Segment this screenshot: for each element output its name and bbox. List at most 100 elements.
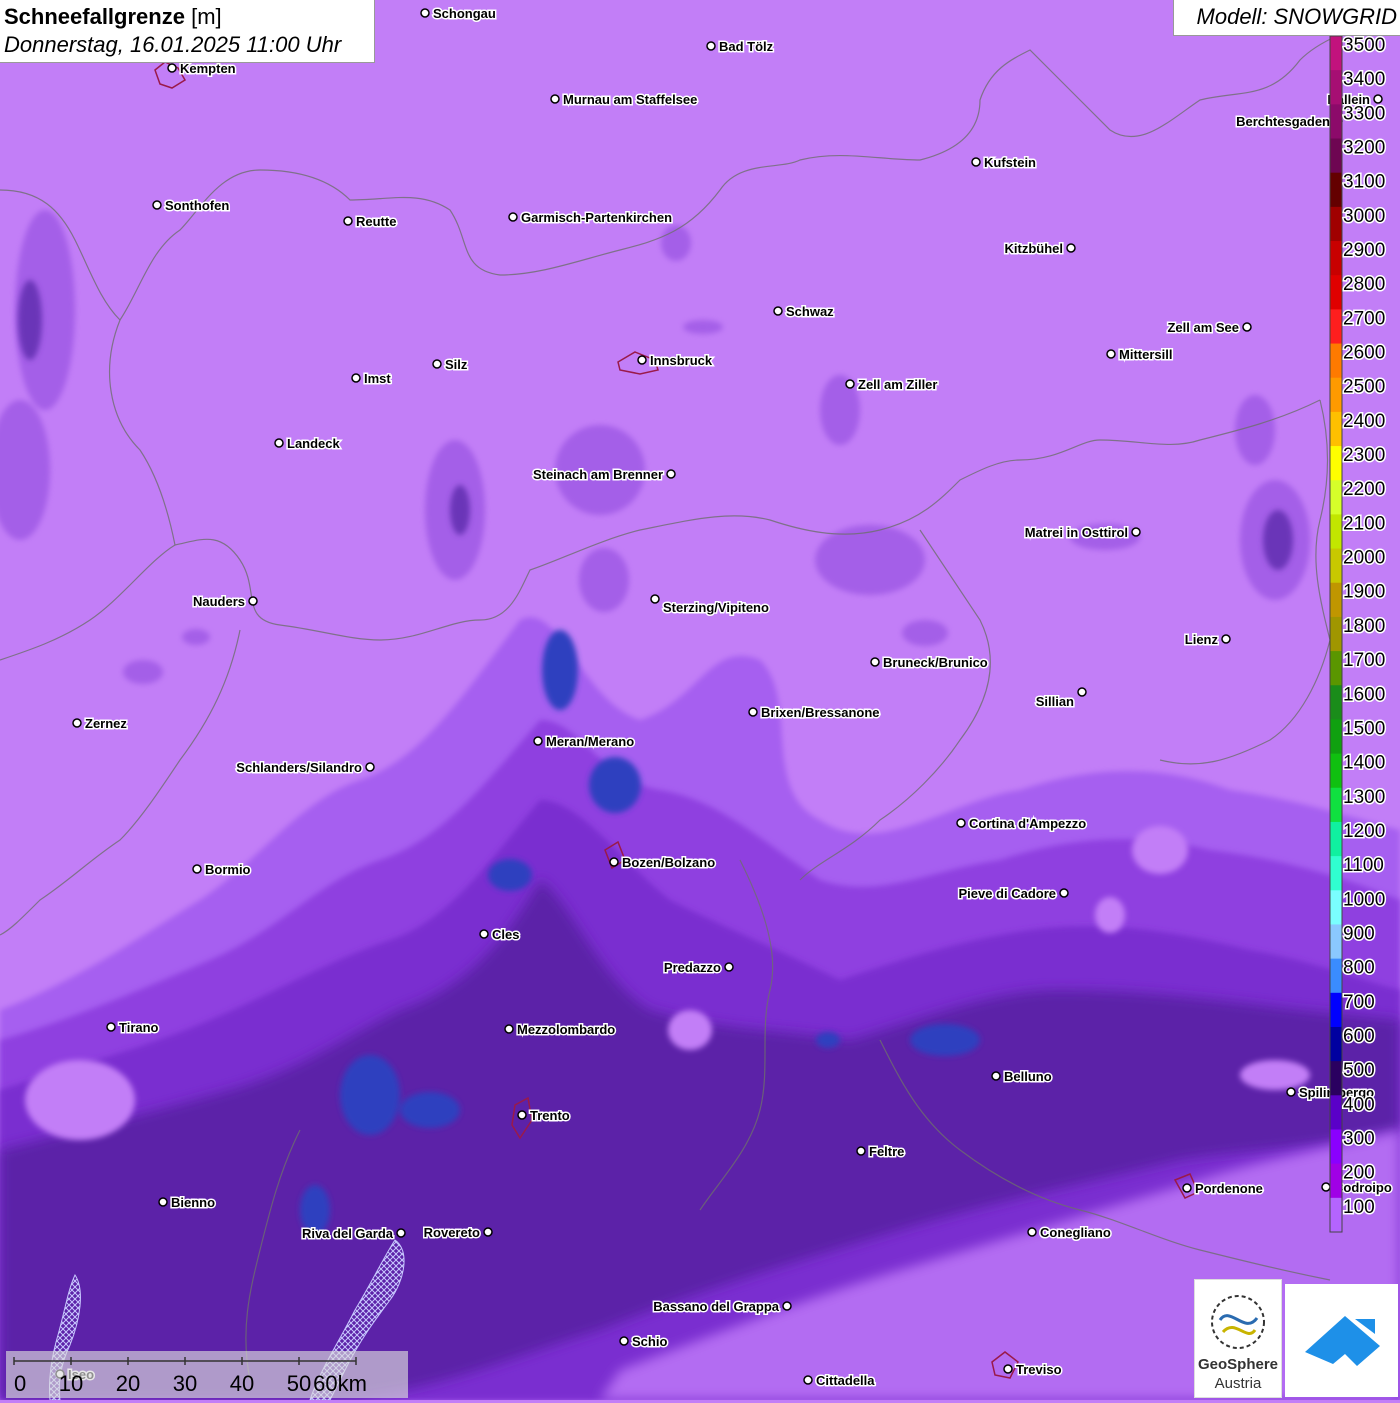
city-label: Pieve di Cadore (958, 886, 1056, 901)
legend-label: 1600 (1343, 684, 1385, 705)
legend-swatch (1330, 1095, 1342, 1130)
geosphere-logo-line1: GeoSphere (1197, 1356, 1279, 1373)
model-box: Modell: SNOWGRID (1173, 0, 1400, 36)
city-dot (1373, 94, 1383, 104)
legend-label: 1300 (1343, 787, 1385, 808)
legend-label: 2100 (1343, 513, 1385, 534)
geosphere-logo[interactable]: GeoSphere Austria (1194, 1279, 1282, 1398)
city-dot (706, 41, 716, 51)
city-label: Steinach am Brenner (533, 467, 663, 482)
model-label: Modell: SNOWGRID (1196, 4, 1397, 29)
city-label: Predazzo (664, 960, 721, 975)
city-dot (1182, 1183, 1192, 1193)
legend-label: 2400 (1343, 411, 1385, 432)
city-label: Riva del Garda (302, 1226, 394, 1241)
legend-swatch (1330, 104, 1342, 140)
city-label: Cortina d'Ampezzo (969, 816, 1086, 831)
city-dot (274, 438, 284, 448)
legend-swatch (1330, 958, 1342, 994)
city-dot (1077, 687, 1087, 697)
city-marker: Zell am See (1166, 319, 1252, 337)
city-dot (248, 596, 258, 606)
legend-swatch (1330, 446, 1342, 481)
city-dot (724, 962, 734, 972)
city-marker: Pordenone (1182, 1180, 1264, 1198)
city-dot (192, 864, 202, 874)
city-dot (971, 157, 981, 167)
city-dot (845, 379, 855, 389)
city-dot (1066, 243, 1076, 253)
city-dot (803, 1375, 813, 1385)
scale-label: 60km (313, 1371, 367, 1396)
city-marker: Sonthofen (152, 197, 231, 215)
city-dot (517, 1110, 527, 1120)
scale-label: 0 (14, 1371, 26, 1396)
legend-swatch (1330, 241, 1342, 276)
city-label: Kitzbühel (1005, 241, 1064, 256)
city-label: Sterzing/Vipiteno (663, 600, 769, 615)
city-label: Kempten (180, 61, 236, 76)
city-marker: Bassano del Grappa (652, 1298, 792, 1316)
city-marker: Bruneck/Brunico (870, 654, 989, 672)
city-dot (1321, 1182, 1331, 1192)
city-dot (856, 1146, 866, 1156)
scale-label: 50 (287, 1371, 311, 1396)
legend-swatch (1330, 685, 1342, 720)
city-dot (1131, 527, 1141, 537)
legend-label: 1900 (1343, 582, 1385, 603)
city-dot (152, 200, 162, 210)
legend-label: 1200 (1343, 821, 1385, 842)
city-dot (167, 63, 177, 73)
map-title-unit: [m] (191, 4, 222, 29)
city-label: Pordenone (1195, 1181, 1263, 1196)
city-dot (1027, 1227, 1037, 1237)
city-dot (609, 857, 619, 867)
legend-label: 1100 (1343, 855, 1384, 876)
city-label: Tirano (119, 1020, 159, 1035)
city-label: Landeck (287, 436, 341, 451)
legend-label: 3100 (1343, 172, 1385, 193)
city-marker: Innsbruck (637, 352, 714, 370)
map-title-name: Schneefallgrenze (4, 4, 185, 29)
legend-swatch (1330, 924, 1342, 960)
scale-label: 40 (230, 1371, 254, 1396)
city-marker: Zell am Ziller (845, 376, 939, 394)
legend-swatch (1330, 548, 1342, 584)
city-dot (956, 818, 966, 828)
city-dot (650, 594, 660, 604)
legend-swatch (1330, 992, 1342, 1028)
snowfall-line-map[interactable]: Schongau Bad Tölz Kempten Murnau am Staffel… (0, 0, 1400, 1400)
city-dot (1106, 349, 1116, 359)
geosphere-emblem-icon (1211, 1295, 1265, 1349)
city-dot (351, 373, 361, 383)
legend-label: 2900 (1343, 240, 1385, 261)
city-dot (420, 8, 430, 18)
scale-label: 30 (173, 1371, 197, 1396)
city-marker: Matrei in Osttirol (1023, 524, 1141, 542)
partner-logo[interactable] (1285, 1284, 1398, 1397)
city-label: Lienz (1185, 632, 1219, 647)
legend-label: 2300 (1343, 445, 1385, 466)
city-dot (365, 762, 375, 772)
city-label: Mittersill (1119, 347, 1172, 362)
legend-swatch (1330, 1026, 1342, 1062)
legend-swatch (1330, 856, 1342, 891)
city-label: Zell am Ziller (858, 377, 937, 392)
city-marker: Steinach am Brenner (531, 466, 676, 484)
city-label: Bad Tölz (719, 39, 774, 54)
city-label: Belluno (1004, 1069, 1052, 1084)
legend-label: 500 (1343, 1060, 1375, 1081)
legend-label: 600 (1343, 1026, 1375, 1047)
city-label: Bormio (205, 862, 251, 877)
city-label: Garmisch-Partenkirchen (521, 210, 672, 225)
city-label: Sonthofen (165, 198, 229, 213)
city-label: Cles (492, 927, 519, 942)
city-label: Bruneck/Brunico (883, 655, 988, 670)
title-box: Schneefallgrenze [m] Donnerstag, 16.01.2… (0, 0, 375, 63)
legend-label: 400 (1343, 1094, 1375, 1115)
city-marker: Schlanders/Silandro (235, 759, 375, 777)
city-dot (432, 359, 442, 369)
city-dot (343, 216, 353, 226)
city-label: Treviso (1016, 1362, 1062, 1377)
legend-swatch (1330, 1129, 1342, 1165)
